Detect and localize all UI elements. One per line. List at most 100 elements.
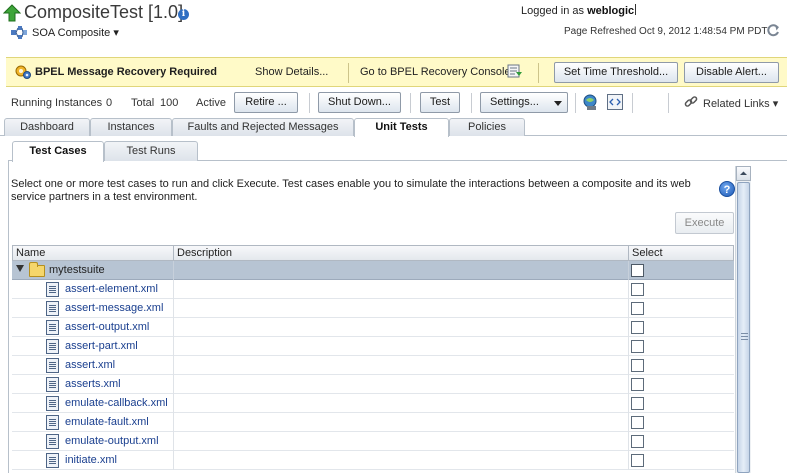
total-label: Total [131, 97, 155, 109]
tab-policies[interactable]: Policies [449, 118, 525, 136]
console-link-icon[interactable] [507, 63, 523, 79]
soa-composite-icon [11, 26, 27, 40]
composite-toolbar: Running Instances 0 Total 100 Active Ret… [0, 90, 787, 116]
test-case-link[interactable]: emulate-callback.xml [65, 397, 168, 409]
related-links-menu[interactable]: Related Links ▾ [703, 97, 778, 110]
sub-tab-bar: Test Cases Test Runs [8, 141, 787, 162]
subtab-test-cases[interactable]: Test Cases [12, 141, 104, 162]
tab-unit-tests[interactable]: Unit Tests [354, 118, 449, 137]
settings-menu-button[interactable]: Settings... [480, 92, 568, 113]
running-instances-label: Running Instances [11, 97, 103, 109]
expand-arrow-icon[interactable] [16, 265, 24, 272]
table-row[interactable]: assert-message.xml [12, 299, 734, 318]
test-case-link[interactable]: assert-part.xml [65, 340, 138, 352]
settings-label: Settings... [490, 96, 539, 108]
retire-button[interactable]: Retire ... [234, 92, 298, 113]
green-up-arrow-icon[interactable] [2, 4, 22, 22]
vertical-scrollbar[interactable] [735, 166, 751, 473]
xml-file-icon [46, 396, 59, 411]
toolbar-separator [668, 93, 669, 113]
select-checkbox[interactable] [631, 359, 644, 372]
select-checkbox[interactable] [631, 378, 644, 391]
xml-file-icon [46, 320, 59, 335]
test-case-link[interactable]: assert-message.xml [65, 302, 163, 314]
column-header-description[interactable]: Description [174, 246, 629, 260]
scrollbar-thumb[interactable] [737, 182, 750, 473]
toolbar-separator [575, 93, 576, 113]
chain-link-icon[interactable] [683, 94, 699, 110]
select-checkbox[interactable] [631, 302, 644, 315]
test-button[interactable]: Test [420, 92, 460, 113]
table-row[interactable]: emulate-output.xml [12, 432, 734, 451]
table-row[interactable]: assert-element.xml [12, 280, 734, 299]
scrollbar-grip-icon [741, 333, 748, 341]
info-icon[interactable]: i [178, 9, 189, 20]
column-header-select[interactable]: Select [629, 246, 733, 260]
select-checkbox[interactable] [631, 416, 644, 429]
table-row-suite[interactable]: mytestsuite [12, 261, 734, 280]
test-deploy-icon[interactable] [582, 94, 599, 111]
test-case-link[interactable]: assert.xml [65, 359, 115, 371]
xml-file-icon [46, 301, 59, 316]
table-row[interactable]: emulate-fault.xml [12, 413, 734, 432]
toolbar-separator [471, 93, 472, 113]
test-case-link[interactable]: emulate-output.xml [65, 435, 159, 447]
alert-gears-icon [15, 64, 31, 80]
toolbar-separator [309, 93, 310, 113]
alert-bar: BPEL Message Recovery Required Show Deta… [6, 57, 787, 87]
disable-alert-button[interactable]: Disable Alert... [684, 62, 779, 83]
suite-name[interactable]: mytestsuite [49, 264, 105, 276]
column-header-name[interactable]: Name [13, 246, 174, 260]
subtab-test-runs[interactable]: Test Runs [104, 141, 198, 161]
select-checkbox[interactable] [631, 397, 644, 410]
test-case-link[interactable]: emulate-fault.xml [65, 416, 149, 428]
wsdl-icon[interactable] [607, 94, 623, 110]
page-title: CompositeTest [1.0] [24, 2, 184, 22]
xml-file-icon [46, 358, 59, 373]
toolbar-separator [632, 93, 633, 113]
refresh-icon[interactable] [765, 22, 781, 38]
logged-in-text: Logged in as weblogic [521, 4, 637, 17]
set-time-threshold-button[interactable]: Set Time Threshold... [554, 62, 678, 83]
table-header: Name Description Select [12, 245, 734, 261]
xml-file-icon [46, 377, 59, 392]
test-case-link[interactable]: asserts.xml [65, 378, 121, 390]
select-checkbox[interactable] [631, 264, 644, 277]
go-to-recovery-console-link[interactable]: Go to BPEL Recovery Console [360, 66, 511, 78]
folder-icon [29, 262, 45, 277]
test-cases-table: Name Description Select mytestsuite asse… [12, 245, 734, 473]
tab-faults-and-rejected-messages[interactable]: Faults and Rejected Messages [172, 118, 354, 136]
alert-title: BPEL Message Recovery Required [35, 66, 217, 78]
table-row[interactable]: initiate.xml [12, 451, 734, 470]
select-checkbox[interactable] [631, 283, 644, 296]
table-row[interactable]: assert-output.xml [12, 318, 734, 337]
page-refreshed-text: Page Refreshed Oct 9, 2012 1:48:54 PM PD… [564, 26, 768, 37]
table-row[interactable]: asserts.xml [12, 375, 734, 394]
page-header: CompositeTest [1.0] i Logged in as weblo… [0, 0, 787, 52]
running-instances-value: 0 [106, 97, 113, 109]
main-tab-bar: Dashboard Instances Faults and Rejected … [0, 116, 787, 137]
show-details-link[interactable]: Show Details... [255, 66, 328, 78]
table-row[interactable]: assert.xml [12, 356, 734, 375]
execute-button[interactable]: Execute [675, 212, 734, 234]
tab-dashboard[interactable]: Dashboard [4, 118, 90, 136]
shut-down-button[interactable]: Shut Down... [318, 92, 401, 113]
select-checkbox[interactable] [631, 340, 644, 353]
test-case-link[interactable]: initiate.xml [65, 454, 117, 466]
test-case-link[interactable]: assert-output.xml [65, 321, 149, 333]
select-checkbox[interactable] [631, 435, 644, 448]
total-value: 100 [160, 97, 179, 109]
soa-composite-menu[interactable]: SOA Composite ▾ [32, 26, 119, 39]
scroll-up-button[interactable] [736, 166, 751, 181]
select-checkbox[interactable] [631, 454, 644, 467]
xml-file-icon [46, 339, 59, 354]
test-case-link[interactable]: assert-element.xml [65, 283, 158, 295]
table-row[interactable]: assert-part.xml [12, 337, 734, 356]
tab-instances[interactable]: Instances [90, 118, 172, 136]
select-checkbox[interactable] [631, 321, 644, 334]
test-cases-description: Select one or more test cases to run and… [11, 178, 691, 203]
help-icon[interactable]: ? [719, 181, 735, 197]
table-row[interactable]: emulate-callback.xml [12, 394, 734, 413]
username[interactable]: weblogic [587, 5, 634, 17]
xml-file-icon [46, 415, 59, 430]
